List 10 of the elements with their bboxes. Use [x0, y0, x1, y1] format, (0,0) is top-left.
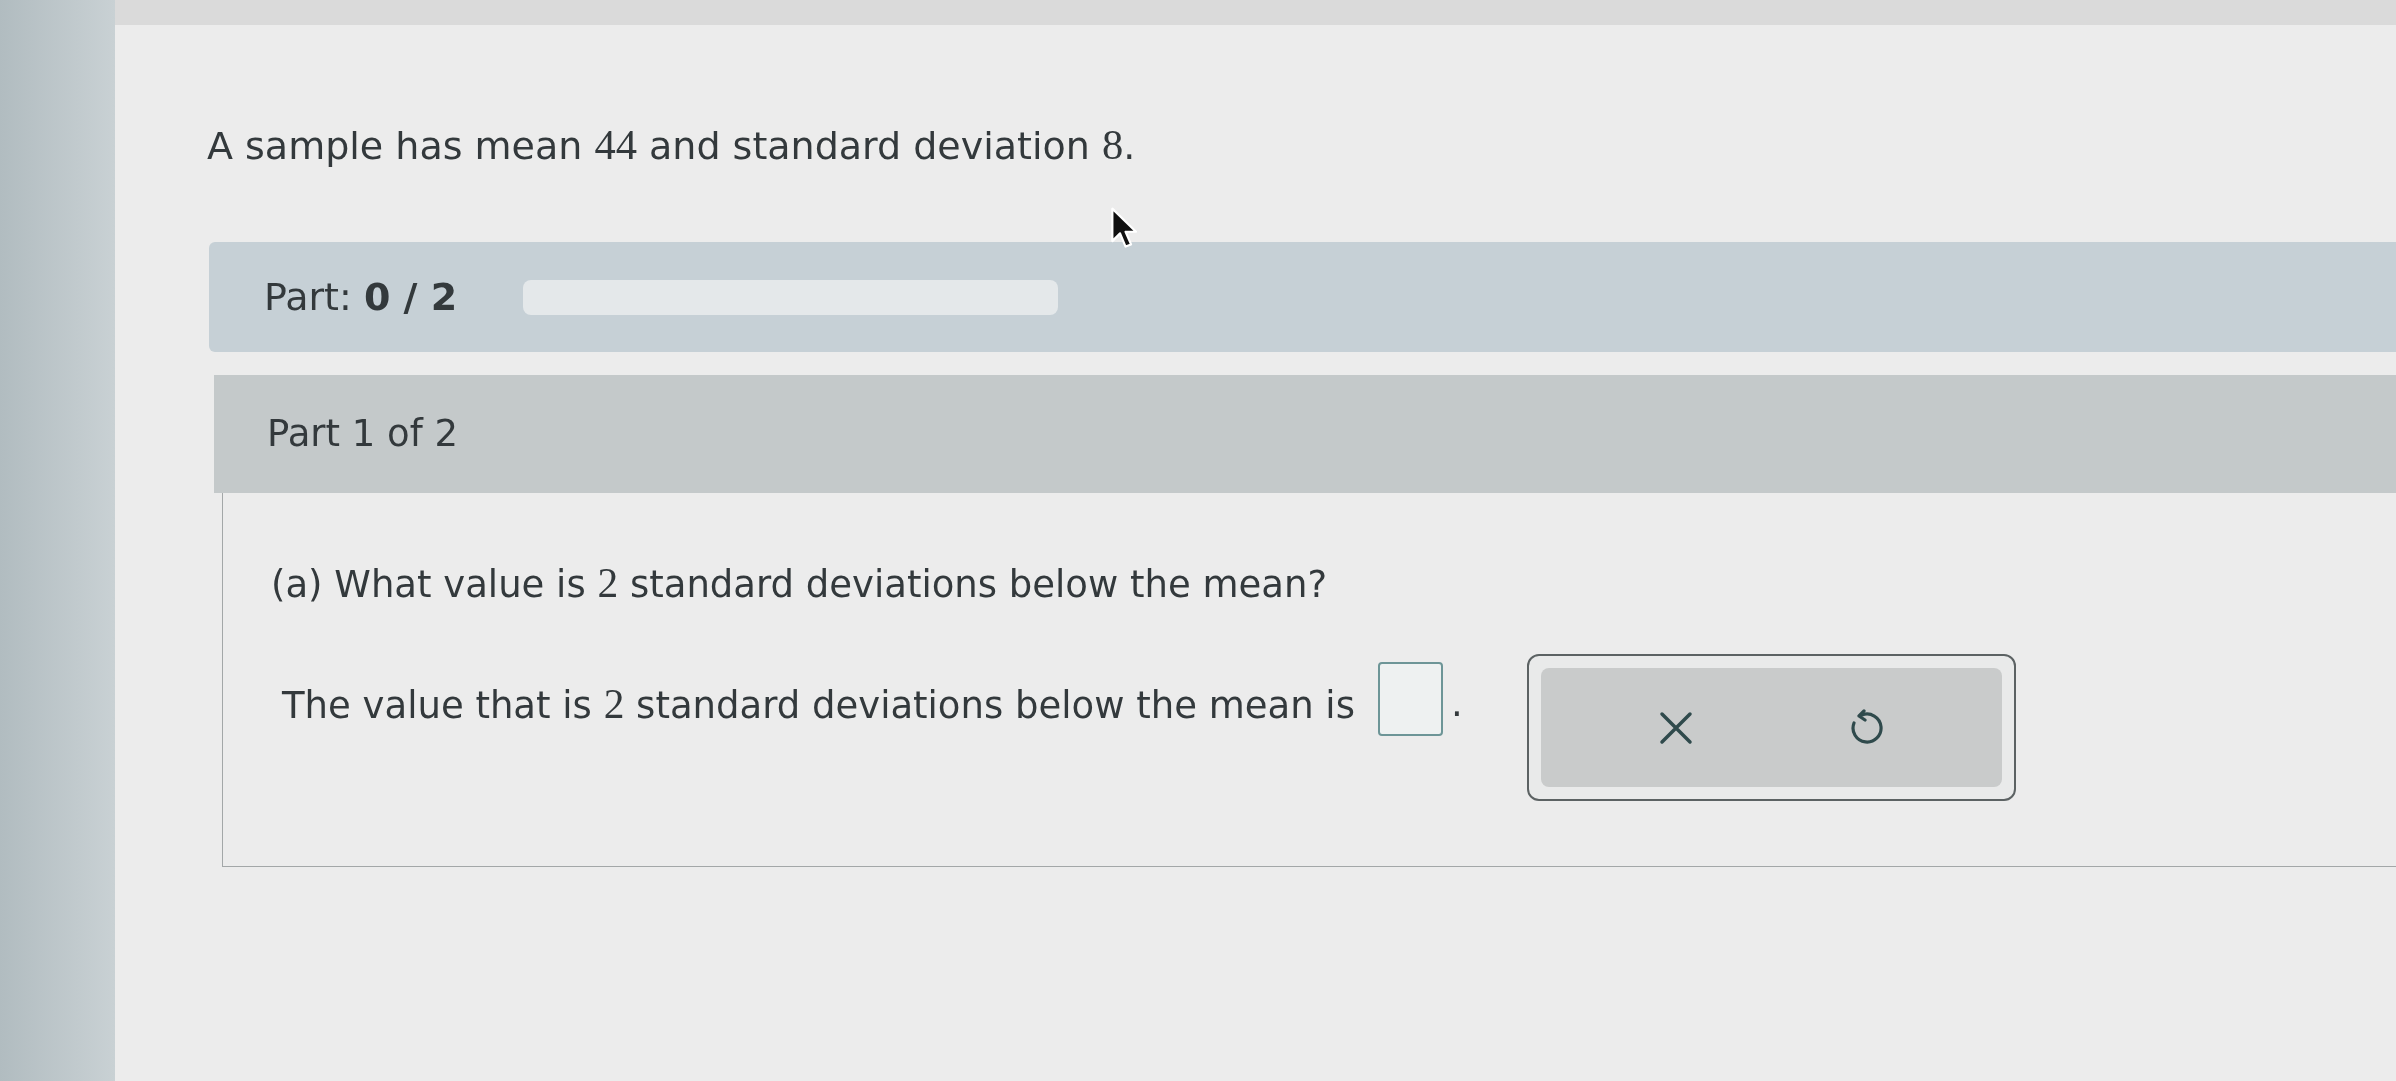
question-text: (a) What value is 2 standard deviations below the mean? — [271, 561, 1328, 607]
circular-arrow-icon — [1849, 708, 1884, 747]
part-title: Part 1 of 2 — [267, 411, 459, 458]
problem-statement: A sample has mean 44 and standard deviation 8. — [207, 123, 1136, 168]
cross-icon — [1658, 710, 1693, 745]
period-text: . — [1450, 682, 1463, 726]
answer-prompt: The value that is 2 standard deviations below the mean is — [282, 682, 1355, 728]
progress-label: Part: 0 / 2 — [264, 273, 458, 321]
mouse-pointer-icon — [1110, 207, 1140, 251]
answer-box[interactable] — [1377, 662, 1443, 736]
